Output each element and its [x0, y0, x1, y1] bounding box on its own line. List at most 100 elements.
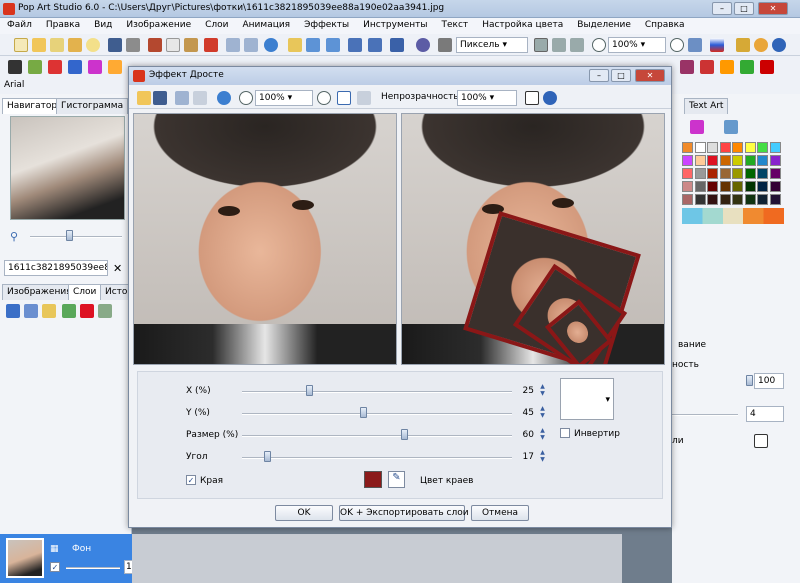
edges-checkbox[interactable]: ✓: [186, 475, 196, 485]
mask-shape-select[interactable]: ▾: [560, 378, 614, 420]
right-size-field[interactable]: 4: [746, 406, 784, 422]
palette-swatch[interactable]: [769, 155, 781, 166]
edge-color-swatch[interactable]: [364, 471, 382, 488]
palette-swatch[interactable]: [707, 181, 718, 192]
palette-swatch[interactable]: [707, 168, 718, 179]
dialog-refresh-icon[interactable]: [217, 91, 231, 105]
effect-preset-9-icon[interactable]: [720, 60, 734, 74]
cancel-button[interactable]: Отмена: [471, 505, 529, 521]
canvas-area[interactable]: [132, 534, 622, 583]
ok-export-button[interactable]: OK + Экспортировать слои: [339, 505, 469, 521]
import-icon[interactable]: [288, 38, 302, 52]
menu-help[interactable]: Справка: [638, 18, 692, 34]
dialog-help-icon[interactable]: [543, 91, 557, 105]
effect-preset-11-icon[interactable]: [760, 60, 774, 74]
zoom-select[interactable]: 100% ▾: [608, 37, 666, 53]
menu-color[interactable]: Настройка цвета: [475, 18, 570, 34]
maximize-button[interactable]: □: [734, 2, 754, 15]
palette-swatch[interactable]: [682, 142, 693, 153]
navigator-thumbnail[interactable]: [10, 116, 125, 220]
minimize-button[interactable]: –: [712, 2, 732, 15]
tab-text-art[interactable]: Text Art: [684, 98, 729, 114]
group-icon[interactable]: [348, 38, 362, 52]
file-select[interactable]: 1611c3821895039ee8: [4, 260, 108, 276]
effect-preset-6-icon[interactable]: [108, 60, 122, 74]
refresh-icon[interactable]: [264, 38, 278, 52]
menu-layers[interactable]: Слои: [198, 18, 235, 34]
palette-swatch[interactable]: [757, 194, 768, 205]
right-slider-knob[interactable]: [746, 375, 753, 386]
redo-icon[interactable]: [244, 38, 258, 52]
open-folder-icon[interactable]: [32, 38, 46, 52]
duplicate-layer-icon[interactable]: [24, 304, 38, 318]
help-icon[interactable]: [772, 38, 786, 52]
dialog-zoom-out-icon[interactable]: [317, 91, 331, 105]
browse-icon[interactable]: [68, 38, 82, 52]
menu-effects[interactable]: Эффекты: [297, 18, 356, 34]
palette-swatch[interactable]: [682, 194, 693, 205]
param-angle-slider[interactable]: [242, 457, 512, 459]
open-recent-icon[interactable]: [50, 38, 64, 52]
palette-swatch[interactable]: [707, 155, 718, 166]
arrange-icon[interactable]: [390, 38, 404, 52]
dialog-zoom-in-icon[interactable]: [239, 91, 253, 105]
palette-image-icon[interactable]: [724, 120, 738, 134]
layer-opacity-slider[interactable]: [66, 567, 120, 569]
merge-layer-icon[interactable]: [98, 304, 112, 318]
ungroup-icon[interactable]: [368, 38, 382, 52]
comment-icon[interactable]: [86, 38, 100, 52]
palette-swatch[interactable]: [744, 194, 756, 205]
menu-edit[interactable]: Правка: [39, 18, 87, 34]
save-icon[interactable]: [108, 38, 122, 52]
param-x-value[interactable]: 25: [504, 386, 534, 396]
palette-swatch[interactable]: [694, 142, 706, 153]
close-file-icon[interactable]: ✕: [113, 262, 122, 275]
new-file-icon[interactable]: [14, 38, 28, 52]
paste-icon[interactable]: [184, 38, 198, 52]
palette-swatch[interactable]: [732, 181, 743, 192]
dialog-fullscreen-icon[interactable]: [525, 91, 539, 105]
palette-swatch[interactable]: [682, 181, 693, 192]
eyedropper-icon[interactable]: ✎: [388, 471, 405, 488]
close-button[interactable]: ✕: [758, 2, 788, 15]
param-x-slider[interactable]: [242, 391, 512, 393]
grid-settings-icon[interactable]: [552, 38, 566, 52]
param-size-slider[interactable]: [242, 435, 512, 437]
param-y-value[interactable]: 45: [504, 408, 534, 418]
palette-swatch[interactable]: [707, 142, 718, 153]
new-layer-icon[interactable]: [6, 304, 20, 318]
effect-preset-4-icon[interactable]: [68, 60, 82, 74]
palette-swatch[interactable]: [744, 181, 756, 192]
param-size-spinner[interactable]: ▲ ▼: [538, 427, 547, 441]
delete-layer-icon[interactable]: [80, 304, 94, 318]
dialog-opacity-select[interactable]: 100% ▾: [457, 90, 517, 106]
palette-swatch[interactable]: [769, 142, 781, 153]
palette-swatch[interactable]: [757, 168, 768, 179]
right-size-slider[interactable]: [672, 414, 738, 416]
param-angle-spinner[interactable]: ▲ ▼: [538, 449, 547, 463]
info-icon[interactable]: [754, 38, 768, 52]
param-x-spinner[interactable]: ▲ ▼: [538, 383, 547, 397]
palette-swatch[interactable]: [769, 181, 781, 192]
add-layer-icon[interactable]: [62, 304, 76, 318]
print-icon[interactable]: [126, 38, 140, 52]
key-icon[interactable]: [736, 38, 750, 52]
palette-swatch[interactable]: [694, 181, 706, 192]
layer-down-icon[interactable]: [326, 38, 340, 52]
palette-swatch[interactable]: [682, 155, 693, 166]
recent-colors[interactable]: [682, 208, 784, 224]
palette-swatch[interactable]: [682, 168, 693, 179]
menu-tools[interactable]: Инструменты: [356, 18, 434, 34]
palette-swatch[interactable]: [769, 168, 781, 179]
layer-visible-checkbox[interactable]: ✓: [50, 562, 60, 572]
pixel-mode-select[interactable]: Пиксель ▾: [456, 37, 528, 53]
palette-swatch[interactable]: [719, 155, 731, 166]
param-y-knob[interactable]: [360, 407, 367, 418]
palette-mode-icon[interactable]: [690, 120, 704, 134]
delete-icon[interactable]: [204, 38, 218, 52]
palette-swatch[interactable]: [769, 194, 781, 205]
invert-checkbox[interactable]: [560, 428, 570, 438]
tab-images[interactable]: Изображения: [2, 284, 77, 300]
palette-swatch[interactable]: [757, 142, 768, 153]
menu-view[interactable]: Вид: [87, 18, 119, 34]
